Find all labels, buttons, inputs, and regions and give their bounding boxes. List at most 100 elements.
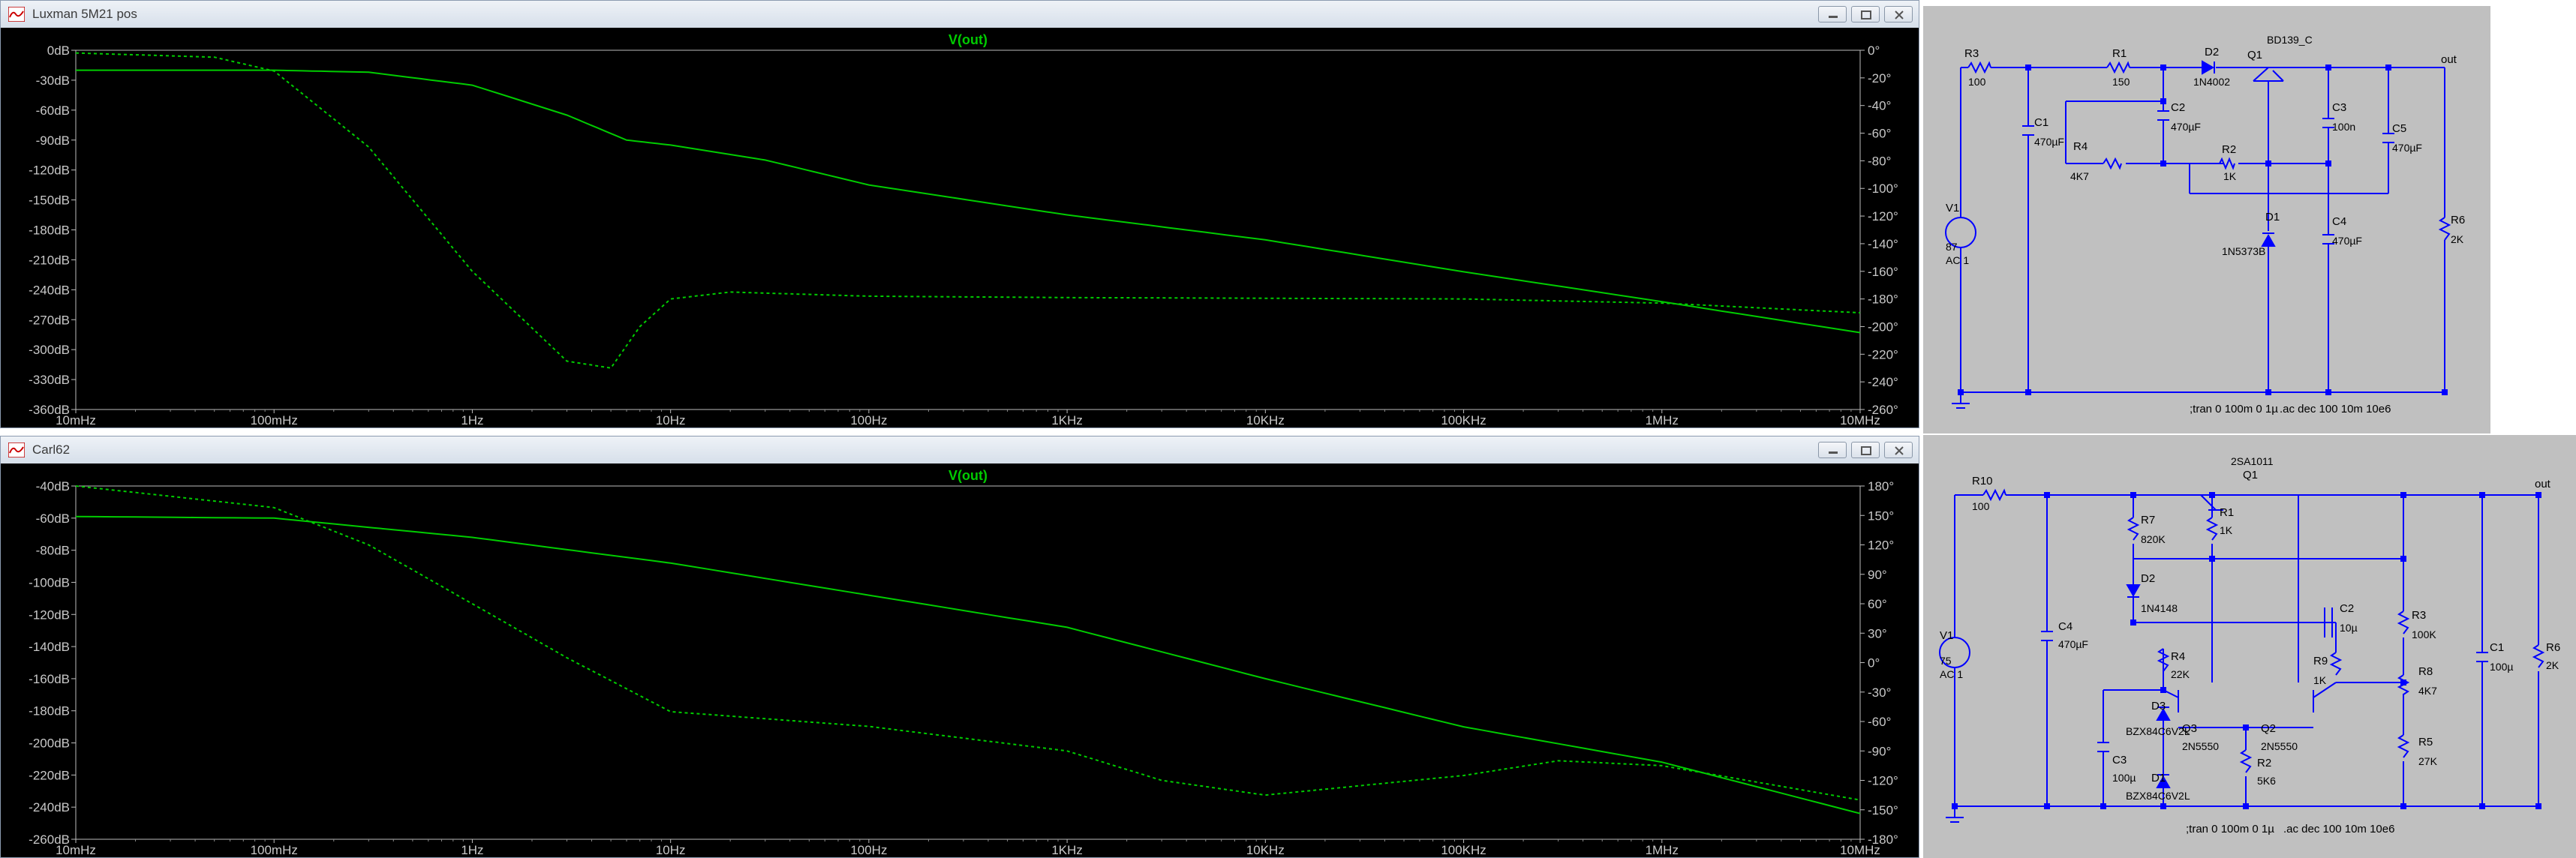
- component-label: D2: [2205, 46, 2219, 58]
- close-button[interactable]: [1884, 442, 1913, 458]
- maximize-button[interactable]: [1851, 6, 1880, 22]
- trace-label: V(out): [948, 468, 987, 483]
- x-tick-label: 10mHz: [56, 843, 96, 857]
- component-label: R8: [2418, 665, 2433, 678]
- component-label: 2SA1011: [2231, 455, 2274, 467]
- y2-tick-label: -80°: [1868, 154, 1891, 168]
- window-titlebar[interactable]: Carl62: [1, 436, 1919, 464]
- plot-window-carl62[interactable]: Carl62 -40dB -60dB -80dB -100dB -120dB -140dB…: [0, 436, 1919, 858]
- minimize-button[interactable]: [1818, 6, 1847, 22]
- component-label: C1: [2490, 641, 2504, 654]
- y2-tick-label: -20°: [1868, 71, 1891, 86]
- component-label: R5: [2418, 736, 2433, 748]
- x-tick-label: 1KHz: [1051, 413, 1083, 428]
- y-tick-label: -240dB: [29, 283, 70, 297]
- schematic-svg: R3 100 C1 470µF R1 150 D2 1N4002 Q1 BD139_Cout C2 4…: [1945, 34, 2465, 416]
- window-titlebar[interactable]: Luxman 5M21 pos: [1, 1, 1919, 28]
- component-label: BZX84C6V2L: [2126, 790, 2190, 802]
- y2-tick-label: 60°: [1868, 597, 1887, 611]
- component-label: .ac dec 100 10m 10e6: [2283, 823, 2394, 836]
- y-tick-label: -210dB: [29, 253, 70, 267]
- component-label: 470µF: [2171, 121, 2201, 133]
- component-label: Q1: [2247, 49, 2262, 62]
- maximize-button[interactable]: [1851, 442, 1880, 458]
- y2-tick-label: -240°: [1868, 375, 1898, 389]
- component-label: C5: [2392, 122, 2406, 135]
- y-tick-label: -60dB: [36, 512, 70, 526]
- x-tick-label: 10Hz: [656, 413, 686, 428]
- plot-frame: [75, 50, 1861, 410]
- y2-tick-label: 180°: [1868, 479, 1894, 494]
- y2-tick-label: 0°: [1868, 44, 1880, 58]
- component-label: C1: [2034, 116, 2048, 129]
- bode-plot-area[interactable]: 0dB -30dB -60dB -90dB -120dB -150dB -180dB -210…: [1, 28, 1919, 428]
- restore-icon: [1861, 10, 1871, 20]
- plot-window-luxman[interactable]: Luxman 5M21 pos 0dB -30dB -60dB -90dB -120dB…: [0, 0, 1919, 428]
- x-tick-label: 1Hz: [461, 843, 483, 857]
- component-label: 2N5550: [2261, 740, 2298, 752]
- minimize-icon: [1829, 452, 1838, 454]
- y2-tick-label: -90°: [1868, 744, 1891, 758]
- bode-plot-svg: -40dB -60dB -80dB -100dB -120dB -140dB -160dB -…: [29, 468, 1898, 857]
- waveform-app-icon: [8, 442, 25, 458]
- component-label: C2: [2340, 602, 2354, 615]
- y-tick-label: -240dB: [29, 800, 70, 814]
- x-tick-label: 10KHz: [1246, 843, 1285, 857]
- y2-tick-label: -150°: [1868, 803, 1898, 818]
- component-label: AC 1: [1940, 668, 1963, 680]
- x-tick-label: 10MHz: [1840, 413, 1880, 428]
- component-label: 100µ: [2112, 772, 2136, 784]
- component-label: R6: [2546, 641, 2560, 654]
- component-label: 470µF: [2392, 142, 2422, 154]
- component-label: 100n: [2332, 121, 2355, 133]
- component-label: R2: [2257, 757, 2271, 770]
- y-tick-label: -330dB: [29, 373, 70, 387]
- component-label: C3: [2112, 754, 2127, 766]
- component-label: R2: [2222, 143, 2236, 156]
- y2-tick-label: -30°: [1868, 686, 1891, 700]
- component-label: 100: [1968, 76, 1986, 88]
- component-label: 150: [2112, 76, 2130, 88]
- minimize-button[interactable]: [1818, 442, 1847, 458]
- component-label: V1: [1946, 202, 1959, 214]
- window-title: Carl62: [32, 442, 71, 457]
- component-label: R3: [2412, 609, 2426, 622]
- minimize-icon: [1829, 16, 1838, 18]
- x-tick-label: 1MHz: [1646, 413, 1679, 428]
- component-label: 1N4148: [2141, 602, 2178, 614]
- y2-tick-label: -120°: [1868, 774, 1898, 788]
- x-tick-label: 10Hz: [656, 843, 686, 857]
- y2-tick-label: -220°: [1868, 347, 1898, 362]
- x-tick-label: 1MHz: [1646, 843, 1679, 857]
- y2-tick-label: 150°: [1868, 508, 1894, 523]
- y2-tick-label: -180°: [1868, 292, 1898, 307]
- y2-tick-label: -40°: [1868, 99, 1891, 113]
- bode-plot-area[interactable]: -40dB -60dB -80dB -100dB -120dB -140dB -160dB -…: [1, 464, 1919, 857]
- component-label: R4: [2171, 650, 2185, 663]
- y2-tick-label: 120°: [1868, 538, 1894, 553]
- component-label: out: [2535, 478, 2551, 490]
- component-label: D1: [2265, 211, 2280, 224]
- component-label: 1N5373B: [2222, 245, 2265, 257]
- component-label: ;tran 0 100m 0 1µ: [2190, 403, 2278, 416]
- phase-trace-line: [75, 52, 1861, 369]
- restore-icon: [1861, 446, 1871, 455]
- y-tick-label: -30dB: [36, 74, 70, 88]
- y-tick-label: -270dB: [29, 313, 70, 327]
- component-label: C2: [2171, 101, 2185, 114]
- magnitude-trace-line: [76, 69, 1861, 334]
- x-tick-label: 1KHz: [1051, 843, 1083, 857]
- close-button[interactable]: [1884, 6, 1913, 22]
- x-tick-label: 1Hz: [461, 413, 483, 428]
- component-label: 100µ: [2490, 661, 2513, 673]
- y-tick-label: -120dB: [29, 164, 70, 178]
- schematic-carl62[interactable]: R10 100 R7 820K R1 1K 2SA1011 Q1 out D2 1N4148 C2 10…: [1923, 435, 2576, 858]
- component-label: R7: [2141, 514, 2155, 526]
- component-label: R1: [2220, 506, 2234, 519]
- trace-label: V(out): [948, 32, 987, 47]
- window-title: Luxman 5M21 pos: [32, 7, 137, 21]
- schematic-luxman[interactable]: R3 100 C1 470µF R1 150 D2 1N4002 Q1 BD139_C out C2 4…: [1923, 6, 2490, 434]
- y2-tick-label: -60°: [1868, 127, 1891, 141]
- y-tick-label: -200dB: [29, 736, 70, 751]
- component-label: V1: [1940, 629, 1953, 642]
